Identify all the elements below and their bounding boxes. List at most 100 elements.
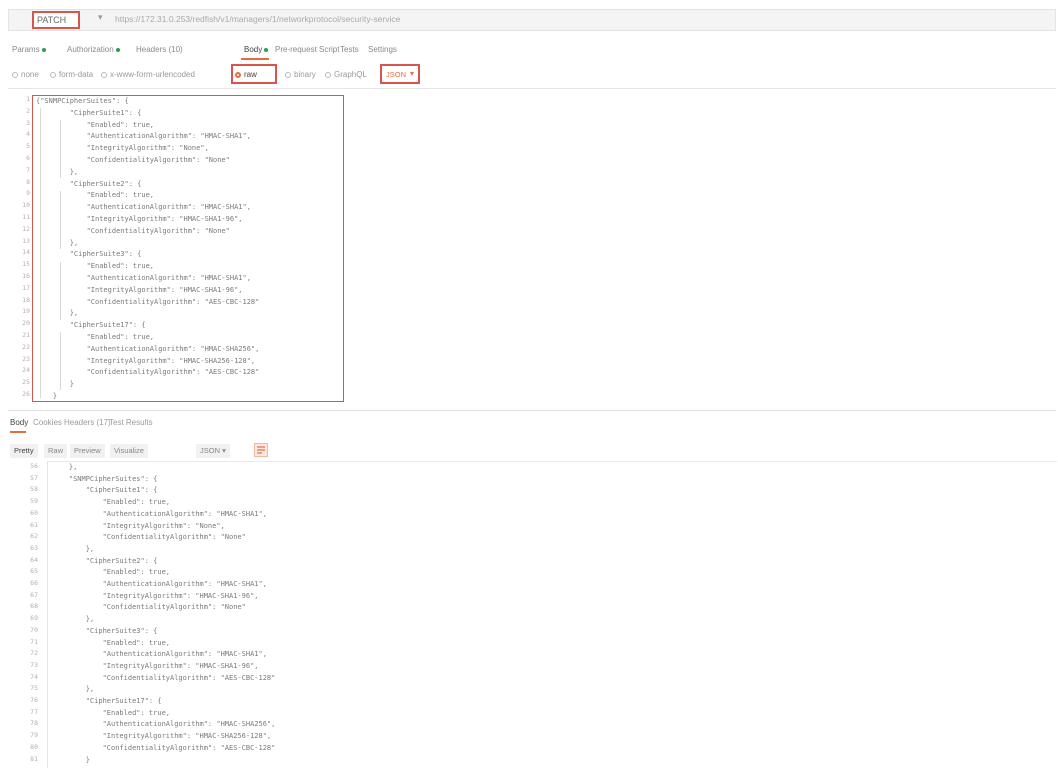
line-number: 80: [30, 742, 38, 751]
code-line: "Enabled": true,: [52, 568, 171, 577]
editor-separator: [8, 88, 1056, 89]
tab-label: Settings: [368, 45, 397, 54]
code-line: "ConfidentialityAlgorithm": "None": [52, 533, 246, 542]
line-number: 56: [30, 462, 38, 470]
tab-params[interactable]: Params: [12, 45, 46, 54]
radio-button-icon: [50, 71, 56, 78]
format-preview[interactable]: Preview: [70, 444, 105, 458]
format-visualize[interactable]: Visualize: [110, 444, 148, 458]
tab-body[interactable]: Body: [244, 45, 269, 54]
line-number: 58: [30, 485, 38, 494]
wrap-lines-icon[interactable]: [254, 443, 268, 457]
code-line: },: [52, 544, 95, 553]
format-label: JSON: [386, 70, 407, 79]
line-number: 1: [26, 95, 30, 103]
radio-button-icon: [325, 71, 331, 78]
tab-pre-request[interactable]: Pre-request Script: [275, 45, 339, 54]
status-dot: [264, 47, 269, 52]
format-select[interactable]: JSON ▾: [380, 64, 420, 84]
line-number: 14: [22, 248, 30, 257]
response-format-label: JSON: [200, 446, 221, 455]
line-number: 24: [22, 366, 30, 375]
tab-label: Body: [244, 45, 263, 54]
url-input[interactable]: https://172.31.0.253/redfish/v1/managers…: [115, 14, 400, 24]
tab-authorization[interactable]: Authorization: [67, 45, 120, 54]
line-number: 70: [30, 625, 38, 634]
line-number: 63: [30, 543, 38, 552]
line-number: 3: [26, 118, 30, 127]
line-number: 2: [26, 106, 30, 115]
radio-label: none: [21, 70, 39, 79]
line-number: 13: [22, 236, 30, 245]
code-line: "IntegrityAlgorithm": "None",: [52, 521, 225, 530]
code-line: "AuthenticationAlgorithm": "HMAC-SHA1",: [52, 509, 267, 518]
code-line: "ConfidentialityAlgorithm": "AES-CBC-128…: [52, 743, 276, 752]
code-line: },: [52, 685, 95, 694]
method-select[interactable]: PATCH: [32, 11, 80, 29]
line-number: 78: [30, 719, 38, 728]
line-number: 10: [22, 201, 30, 210]
line-number: 64: [30, 555, 38, 564]
line-number: 60: [30, 508, 38, 517]
line-number: 22: [22, 342, 30, 351]
line-number: 8: [26, 177, 30, 186]
line-number: 73: [30, 660, 38, 669]
line-number: 76: [30, 696, 38, 704]
line-number: 15: [22, 260, 30, 269]
line-number: 57: [30, 473, 38, 482]
line-number: 59: [30, 497, 38, 506]
tab-settings[interactable]: Settings: [368, 45, 397, 54]
radio-graphql[interactable]: GraphQL: [325, 70, 367, 79]
line-number: 74: [30, 672, 38, 681]
tab-headers[interactable]: Headers (10): [136, 45, 183, 54]
line-number: 62: [30, 532, 38, 541]
line-number: 21: [22, 331, 30, 339]
line-number: 77: [30, 707, 38, 716]
line-number: 18: [22, 295, 30, 304]
code-line: "CipherSuite1": {: [52, 486, 158, 495]
chevron-down-icon: ▾: [409, 69, 414, 78]
radio-button-icon: [285, 71, 291, 78]
format-raw[interactable]: Raw: [44, 444, 68, 458]
line-number: 12: [22, 224, 30, 233]
radio-none[interactable]: none: [12, 70, 39, 79]
code-line: "Enabled": true,: [52, 708, 171, 717]
radio-label: binary: [294, 70, 316, 79]
response-tab-headers[interactable]: Headers (17): [64, 418, 111, 427]
line-number: 19: [22, 307, 30, 316]
code-line: "CipherSuite2": {: [52, 556, 158, 565]
active-response-tab-indicator: [10, 431, 26, 433]
code-line: },: [52, 615, 95, 624]
status-dot: [41, 47, 46, 52]
response-tab-test[interactable]: Test Results: [109, 418, 153, 427]
radio-label: GraphQL: [334, 70, 367, 79]
tab-tests[interactable]: Tests: [340, 45, 359, 54]
response-tab-cookies[interactable]: Cookies: [33, 418, 62, 427]
chevron-down-icon[interactable]: ▾: [98, 12, 103, 23]
response-format-select[interactable]: JSON ▾: [196, 444, 230, 458]
line-number: 4: [26, 130, 30, 139]
code-line: "AuthenticationAlgorithm": "HMAC-SHA1",: [52, 580, 267, 588]
code-line: "IntegrityAlgorithm": "HMAC-SHA1-96",: [52, 661, 259, 670]
response-tab-body[interactable]: Body: [10, 418, 28, 427]
code-line: "SNMPCipherSuites": {: [52, 474, 158, 483]
radio-button-icon: [101, 71, 107, 78]
tab-label: Headers (10): [136, 45, 183, 54]
line-number: 6: [26, 154, 30, 162]
line-number: 81: [30, 754, 38, 763]
radio-x-www-form-urlencoded[interactable]: x-www-form-urlencoded: [101, 70, 195, 79]
line-number: 65: [30, 567, 38, 576]
code-line: "ConfidentialityAlgorithm": "None": [52, 603, 246, 612]
line-number: 66: [30, 579, 38, 587]
code-line: "ConfidentialityAlgorithm": "AES-CBC-128…: [52, 673, 276, 682]
raw-highlight-box: [231, 64, 277, 84]
radio-binary[interactable]: binary: [285, 70, 316, 79]
radio-form-data[interactable]: form-data: [50, 70, 93, 79]
code-line: "IntegrityAlgorithm": "HMAC-SHA256-128",: [52, 732, 272, 741]
format-pretty[interactable]: Pretty: [10, 444, 38, 458]
line-number: 61: [30, 520, 38, 529]
line-number: 67: [30, 590, 38, 599]
code-line: }: [52, 755, 90, 764]
request-body-highlight-box: [32, 95, 344, 402]
tab-label: Params: [12, 45, 40, 54]
